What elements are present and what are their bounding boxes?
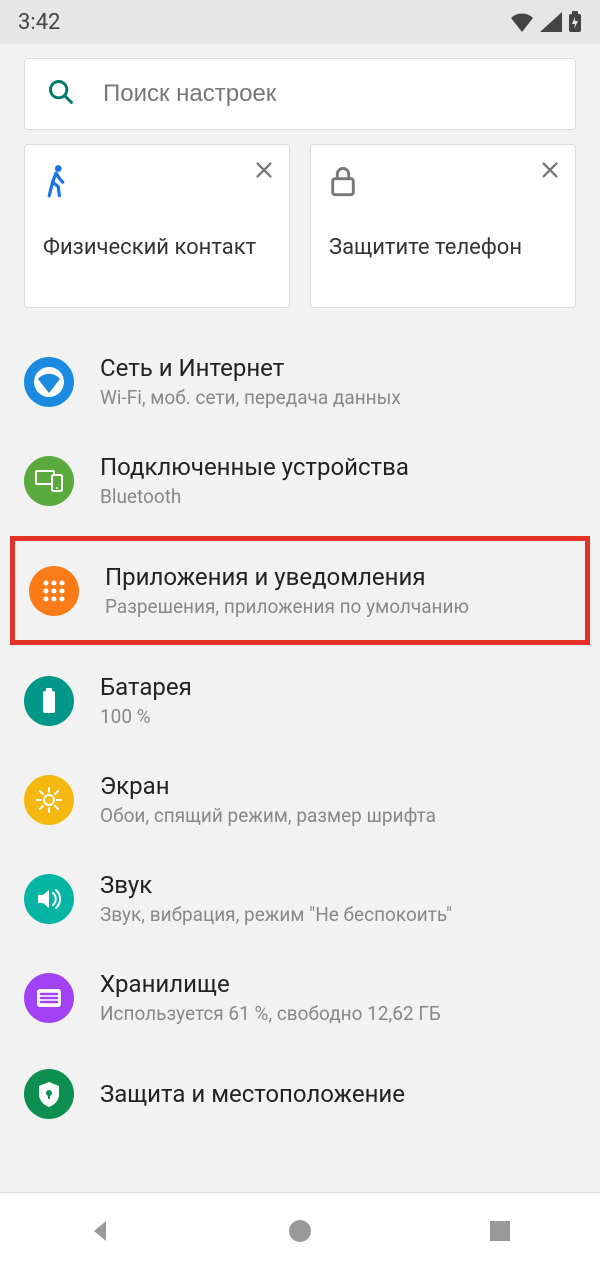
wifi-icon: [24, 357, 74, 407]
search-container: [0, 44, 600, 144]
item-title: Сеть и Интернет: [100, 354, 401, 382]
item-network[interactable]: Сеть и Интернет Wi-Fi, моб. сети, переда…: [0, 332, 600, 431]
wifi-status-icon: [510, 12, 534, 32]
brightness-icon: [24, 775, 74, 825]
nav-recent-button[interactable]: [483, 1214, 517, 1248]
card-physical-contact[interactable]: Физический контакт: [24, 144, 290, 308]
nav-home-button[interactable]: [283, 1214, 317, 1248]
item-title: Экран: [100, 772, 436, 800]
item-title: Хранилище: [100, 970, 441, 998]
item-storage[interactable]: Хранилище Используется 61 %, свободно 12…: [0, 948, 600, 1047]
close-icon[interactable]: [253, 159, 275, 185]
settings-list: Сеть и Интернет Wi-Fi, моб. сети, переда…: [0, 332, 600, 1268]
search-input[interactable]: [103, 80, 553, 108]
item-title: Батарея: [100, 673, 192, 701]
lock-icon: [329, 163, 557, 199]
search-bar[interactable]: [24, 58, 576, 130]
item-sound[interactable]: Звук Звук, вибрация, режим "Не беспокоит…: [0, 849, 600, 948]
battery-icon: [24, 676, 74, 726]
status-time: 3:42: [18, 10, 60, 35]
card-title: Физический контакт: [43, 235, 271, 260]
item-subtitle: Разрешения, приложения по умолчанию: [105, 595, 469, 618]
item-subtitle: Обои, спящий режим, размер шрифта: [100, 804, 436, 827]
nav-back-button[interactable]: [83, 1214, 117, 1248]
item-subtitle: Звук, вибрация, режим "Не беспокоить": [100, 903, 452, 926]
status-bar: 3:42: [0, 0, 600, 44]
search-icon: [47, 78, 75, 110]
item-subtitle: 100 %: [100, 705, 192, 728]
item-battery[interactable]: Батарея 100 %: [0, 651, 600, 750]
item-apps-notifications[interactable]: Приложения и уведомления Разрешения, при…: [10, 536, 590, 645]
item-security-location[interactable]: Защита и местоположение: [0, 1047, 600, 1119]
walk-icon: [43, 163, 271, 199]
suggestion-cards: Физический контакт Защитите телефон: [0, 144, 600, 332]
close-icon[interactable]: [539, 159, 561, 185]
item-display[interactable]: Экран Обои, спящий режим, размер шрифта: [0, 750, 600, 849]
apps-icon: [29, 566, 79, 616]
item-subtitle: Bluetooth: [100, 485, 409, 508]
item-title: Защита и местоположение: [100, 1080, 405, 1108]
storage-icon: [24, 973, 74, 1023]
signal-status-icon: [540, 12, 562, 32]
item-title: Подключенные устройства: [100, 453, 409, 481]
item-connected-devices[interactable]: Подключенные устройства Bluetooth: [0, 431, 600, 530]
item-title: Приложения и уведомления: [105, 563, 469, 591]
item-title: Звук: [100, 871, 452, 899]
battery-status-icon: [568, 11, 582, 33]
card-protect-phone[interactable]: Защитите телефон: [310, 144, 576, 308]
devices-icon: [24, 456, 74, 506]
security-icon: [24, 1069, 74, 1119]
status-icons: [510, 11, 582, 33]
card-title: Защитите телефон: [329, 235, 557, 260]
sound-icon: [24, 874, 74, 924]
item-subtitle: Wi-Fi, моб. сети, передача данных: [100, 386, 401, 409]
item-subtitle: Используется 61 %, свободно 12,62 ГБ: [100, 1002, 441, 1025]
navigation-bar: [0, 1192, 600, 1268]
